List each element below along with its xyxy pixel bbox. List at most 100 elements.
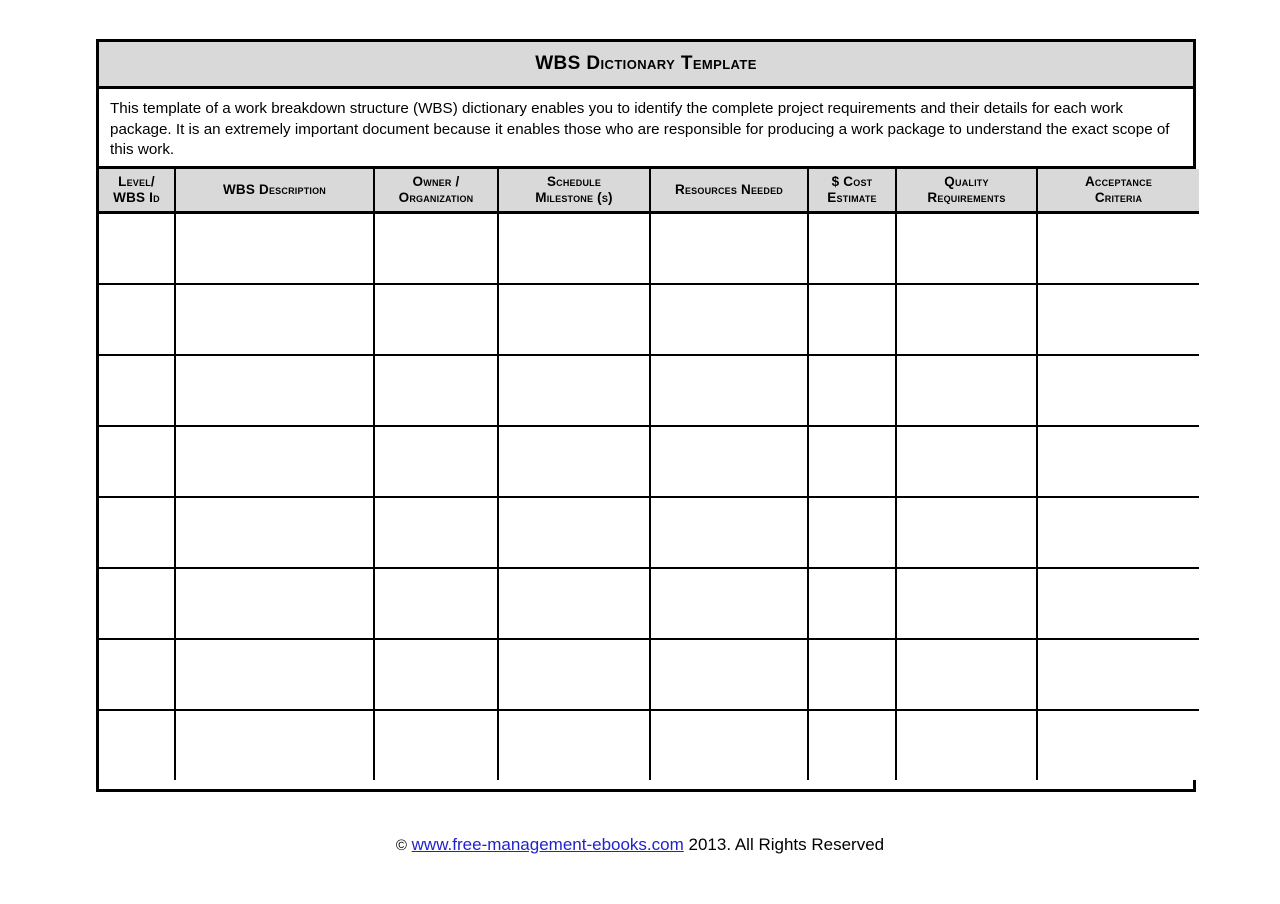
cell-acceptance-criteria[interactable] — [1036, 496, 1199, 569]
cell-cost-estimate[interactable] — [807, 354, 897, 427]
cell-wbs-description[interactable] — [174, 283, 375, 356]
cell-owner-organization[interactable] — [373, 496, 499, 569]
cell-schedule-milestones[interactable] — [497, 354, 651, 427]
footer-site-link[interactable]: www.free-management-ebooks.com — [412, 835, 684, 854]
cell-owner-organization[interactable] — [373, 425, 499, 498]
table-row — [99, 567, 1199, 640]
cell-cost-estimate[interactable] — [807, 496, 897, 569]
footer-rights-text: 2013. All Rights Reserved — [688, 835, 885, 854]
cell-wbs-description[interactable] — [174, 567, 375, 640]
wbs-dictionary-table: Level/ WBS Id WBS Description Owner / Or… — [99, 169, 1199, 780]
cell-acceptance-criteria[interactable] — [1036, 211, 1199, 285]
cell-resources-needed[interactable] — [649, 211, 809, 285]
cell-schedule-milestones[interactable] — [497, 425, 651, 498]
column-header-line2: WBS Id — [113, 190, 160, 205]
cell-level-wbs-id[interactable] — [99, 211, 176, 285]
cell-acceptance-criteria[interactable] — [1036, 709, 1199, 780]
cell-level-wbs-id[interactable] — [99, 638, 176, 711]
wbs-dictionary-document: WBS Dictionary Template This template of… — [96, 39, 1199, 792]
column-header-line1: WBS Description — [222, 182, 326, 197]
cell-resources-needed[interactable] — [649, 567, 809, 640]
cell-acceptance-criteria[interactable] — [1036, 425, 1199, 498]
cell-resources-needed[interactable] — [649, 709, 809, 780]
cell-owner-organization[interactable] — [373, 354, 499, 427]
cell-acceptance-criteria[interactable] — [1036, 638, 1199, 711]
cell-resources-needed[interactable] — [649, 425, 809, 498]
cell-wbs-description[interactable] — [174, 638, 375, 711]
column-header-quality-requirements: Quality Requirements — [895, 169, 1038, 214]
document-description-text: This template of a work breakdown struct… — [110, 100, 1170, 158]
cell-level-wbs-id[interactable] — [99, 567, 176, 640]
column-header-line1: Acceptance — [1084, 174, 1153, 189]
cell-schedule-milestones[interactable] — [497, 567, 651, 640]
cell-cost-estimate[interactable] — [807, 567, 897, 640]
column-header-line2: Milestone (s) — [535, 190, 613, 205]
cell-cost-estimate[interactable] — [807, 211, 897, 285]
cell-cost-estimate[interactable] — [807, 283, 897, 356]
cell-acceptance-criteria[interactable] — [1036, 354, 1199, 427]
cell-owner-organization[interactable] — [373, 283, 499, 356]
cell-resources-needed[interactable] — [649, 283, 809, 356]
table-body — [99, 211, 1199, 780]
table-row — [99, 709, 1199, 780]
page-title-acronym: WBS — [535, 53, 581, 74]
cell-resources-needed[interactable] — [649, 354, 809, 427]
table-row — [99, 211, 1199, 285]
column-header-line2: Organization — [398, 190, 474, 205]
column-header-owner-organization: Owner / Organization — [373, 169, 499, 214]
table-row — [99, 496, 1199, 569]
cell-level-wbs-id[interactable] — [99, 496, 176, 569]
cell-owner-organization[interactable] — [373, 709, 499, 780]
column-header-level-wbs-id: Level/ WBS Id — [99, 169, 176, 214]
column-header-line2: Criteria — [1094, 190, 1143, 205]
cell-schedule-milestones[interactable] — [497, 709, 651, 780]
cell-quality-requirements[interactable] — [895, 638, 1038, 711]
column-header-line1: Level/ — [118, 174, 155, 189]
cell-acceptance-criteria[interactable] — [1036, 283, 1199, 356]
table-header-row: Level/ WBS Id WBS Description Owner / Or… — [99, 169, 1199, 214]
cell-schedule-milestones[interactable] — [497, 638, 651, 711]
cell-schedule-milestones[interactable] — [497, 211, 651, 285]
cell-level-wbs-id[interactable] — [99, 425, 176, 498]
column-header-acceptance-criteria: Acceptance Criteria — [1036, 169, 1199, 214]
cell-quality-requirements[interactable] — [895, 425, 1038, 498]
cell-owner-organization[interactable] — [373, 567, 499, 640]
cell-quality-requirements[interactable] — [895, 567, 1038, 640]
cell-quality-requirements[interactable] — [895, 283, 1038, 356]
table-row — [99, 638, 1199, 711]
table-header: Level/ WBS Id WBS Description Owner / Or… — [99, 169, 1199, 214]
page-title-rest: Dictionary Template — [586, 53, 757, 74]
cell-wbs-description[interactable] — [174, 709, 375, 780]
document-title-band: WBS Dictionary Template — [99, 42, 1193, 89]
column-header-line2: Requirements — [927, 190, 1006, 205]
cell-wbs-description[interactable] — [174, 211, 375, 285]
cell-quality-requirements[interactable] — [895, 709, 1038, 780]
document-description-block: This template of a work breakdown struct… — [99, 89, 1193, 169]
cell-owner-organization[interactable] — [373, 638, 499, 711]
footer: © www.free-management-ebooks.com 2013. A… — [0, 834, 1280, 857]
cell-level-wbs-id[interactable] — [99, 354, 176, 427]
cell-cost-estimate[interactable] — [807, 709, 897, 780]
column-header-cost-estimate: $ Cost Estimate — [807, 169, 897, 214]
column-header-line1: Resources Needed — [675, 182, 783, 197]
cell-owner-organization[interactable] — [373, 211, 499, 285]
cell-resources-needed[interactable] — [649, 638, 809, 711]
cell-quality-requirements[interactable] — [895, 354, 1038, 427]
cell-quality-requirements[interactable] — [895, 496, 1038, 569]
cell-cost-estimate[interactable] — [807, 425, 897, 498]
cell-resources-needed[interactable] — [649, 496, 809, 569]
cell-acceptance-criteria[interactable] — [1036, 567, 1199, 640]
cell-level-wbs-id[interactable] — [99, 709, 176, 780]
copyright-symbol: © — [395, 837, 407, 854]
cell-wbs-description[interactable] — [174, 354, 375, 427]
cell-schedule-milestones[interactable] — [497, 283, 651, 356]
cell-cost-estimate[interactable] — [807, 638, 897, 711]
cell-quality-requirements[interactable] — [895, 211, 1038, 285]
cell-wbs-description[interactable] — [174, 496, 375, 569]
table-row — [99, 283, 1199, 356]
column-header-line1: $ Cost — [831, 174, 873, 189]
cell-wbs-description[interactable] — [174, 425, 375, 498]
cell-level-wbs-id[interactable] — [99, 283, 176, 356]
cell-schedule-milestones[interactable] — [497, 496, 651, 569]
document-page: WBS Dictionary Template This template of… — [0, 0, 1280, 904]
